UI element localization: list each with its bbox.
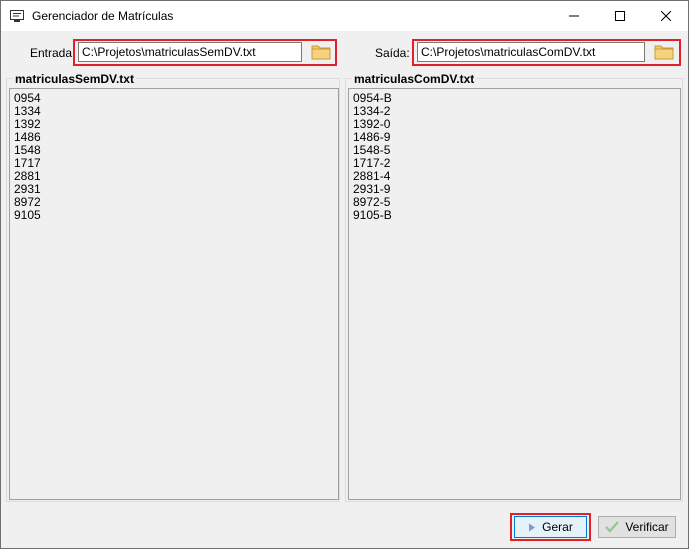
input-path-field[interactable] — [78, 42, 302, 62]
left-panel-title: matriculasSemDV.txt — [13, 72, 136, 86]
folder-icon[interactable] — [654, 43, 674, 61]
list-item[interactable]: 1334-2 — [353, 105, 676, 118]
list-item[interactable]: 8972 — [14, 196, 334, 209]
close-button[interactable] — [643, 1, 689, 31]
title-bar[interactable]: Gerenciador de Matrículas — [1, 1, 688, 31]
generate-button-label: Gerar — [542, 520, 573, 534]
maximize-icon — [615, 11, 625, 21]
list-item[interactable]: 1392-0 — [353, 118, 676, 131]
verify-button-label: Verificar — [625, 520, 669, 534]
window-app-icon — [10, 10, 24, 22]
right-listbox[interactable]: 0954-B 1334-2 1392-0 1486-9 1548-5 1717-2 2881… — [348, 88, 681, 500]
output-label: Saída: — [375, 46, 410, 60]
list-item[interactable]: 0954-B — [353, 92, 676, 105]
list-item[interactable]: 1486-9 — [353, 131, 676, 144]
right-panel-title: matriculasComDV.txt — [352, 72, 477, 86]
play-icon — [529, 523, 536, 531]
list-item[interactable]: 8972-5 — [353, 196, 676, 209]
list-item[interactable]: 2931-9 — [353, 183, 676, 196]
left-listbox[interactable]: 0954 1334 1392 1486 1548 1717 2881 2931 8972 9105 — [9, 88, 339, 500]
list-item[interactable]: 1486 — [14, 131, 334, 144]
maximize-button[interactable] — [597, 1, 643, 31]
list-item[interactable]: 2931 — [14, 183, 334, 196]
list-item[interactable]: 9105-B — [353, 209, 676, 222]
minimize-icon — [569, 15, 579, 17]
list-item[interactable]: 1548 — [14, 144, 334, 157]
generate-button[interactable]: Gerar — [514, 516, 587, 538]
list-item[interactable]: 1717-2 — [353, 157, 676, 170]
input-label: Entrada: — [30, 46, 76, 60]
window-title: Gerenciador de Matrículas — [32, 9, 174, 23]
minimize-button[interactable] — [551, 1, 597, 31]
list-item[interactable]: 1548-5 — [353, 144, 676, 157]
list-item[interactable]: 1334 — [14, 105, 334, 118]
list-item[interactable]: 2881 — [14, 170, 334, 183]
list-item[interactable]: 9105 — [14, 209, 334, 222]
output-path-field[interactable] — [417, 42, 645, 62]
main-window: Gerenciador de Matrículas Entrada: Saída… — [0, 0, 689, 549]
list-item[interactable]: 1717 — [14, 157, 334, 170]
list-item[interactable]: 1392 — [14, 118, 334, 131]
list-item[interactable]: 2881-4 — [353, 170, 676, 183]
close-icon — [661, 11, 671, 21]
list-item[interactable]: 0954 — [14, 92, 334, 105]
folder-icon[interactable] — [311, 43, 331, 61]
verify-button[interactable]: Verificar — [598, 516, 676, 538]
check-icon — [605, 521, 620, 533]
